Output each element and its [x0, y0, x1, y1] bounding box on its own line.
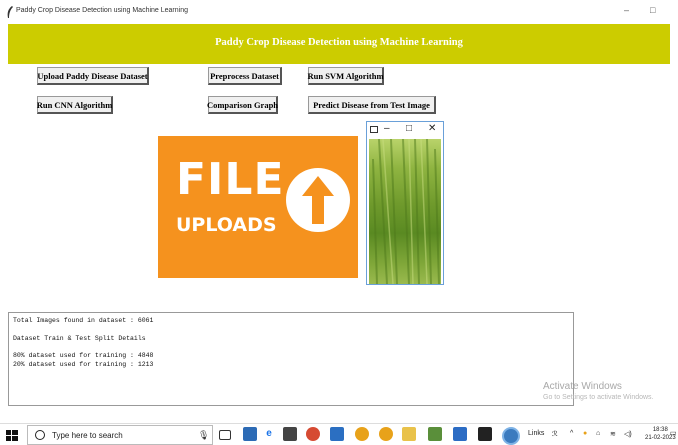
preprocess-dataset-button[interactable]: Preprocess Dataset	[208, 67, 282, 85]
output-line-5: 80% dataset used for training : 4848	[13, 352, 154, 359]
feather-icon	[7, 6, 13, 18]
paint-icon[interactable]	[428, 427, 442, 441]
window-titlebar: Paddy Crop Disease Detection using Machi…	[0, 0, 678, 24]
window-icon	[370, 126, 378, 133]
network-icon[interactable]: ⌂	[596, 430, 600, 437]
leaf-texture	[372, 138, 440, 285]
file-explorer-icon[interactable]	[402, 427, 416, 441]
run-svm-button[interactable]: Run SVM Algorithm	[307, 67, 384, 85]
taskbar: Type here to search 🎙 e Links ℛ ^ ● ⌂ ≋ …	[0, 423, 678, 445]
terminal-icon[interactable]	[478, 427, 492, 441]
comparison-graph-button[interactable]: Comparison Graph	[207, 96, 278, 114]
popup-minimize-button[interactable]: –	[384, 123, 390, 134]
header-banner: Paddy Crop Disease Detection using Machi…	[8, 24, 670, 64]
pdf-icon[interactable]	[330, 427, 344, 441]
run-cnn-button[interactable]: Run CNN Algorithm	[37, 96, 113, 114]
popup-maximize-button[interactable]: □	[406, 123, 412, 134]
file-uploads-image: FILE UPLOADS	[158, 136, 358, 278]
taskbar-search[interactable]: Type here to search 🎙	[27, 425, 213, 445]
people-icon[interactable]: ℛ	[552, 430, 558, 438]
task-view-icon[interactable]	[219, 430, 231, 440]
search-placeholder: Type here to search	[52, 431, 123, 440]
notification-icon[interactable]: ▭	[670, 429, 677, 437]
page-title: Paddy Crop Disease Detection using Machi…	[215, 37, 463, 48]
file-uploads-line2: UPLOADS	[176, 214, 277, 236]
edge-icon[interactable]: e	[262, 427, 276, 441]
app-icon-2[interactable]	[453, 427, 467, 441]
output-textarea[interactable]: Total Images found in dataset : 6061 Dat…	[8, 312, 574, 406]
wifi-icon[interactable]: ≋	[610, 430, 616, 438]
test-image-window[interactable]: – □ ✕	[366, 121, 444, 285]
output-line-6: 20% dataset used for training : 1213	[13, 361, 154, 368]
predict-disease-button[interactable]: Predict Disease from Test Image	[308, 96, 436, 114]
maximize-button[interactable]: □	[650, 5, 655, 15]
chrome-icon-2[interactable]	[379, 427, 393, 441]
window-title: Paddy Crop Disease Detection using Machi…	[16, 7, 188, 14]
app-icon[interactable]	[306, 427, 320, 441]
snip-icon[interactable]	[243, 427, 257, 441]
output-line-3: Dataset Train & Test Split Details	[13, 335, 146, 342]
links-toolbar[interactable]: Links	[528, 430, 544, 437]
search-icon	[35, 430, 45, 440]
paddy-leaf-image	[369, 138, 441, 285]
activation-watermark-title: Activate Windows	[543, 381, 622, 392]
volume-icon[interactable]: ◁)	[624, 430, 632, 438]
chrome-icon[interactable]	[355, 427, 369, 441]
windows-start-icon[interactable]	[4, 427, 20, 443]
activation-watermark-subtitle: Go to Settings to activate Windows.	[543, 394, 654, 401]
popup-close-button[interactable]: ✕	[428, 123, 436, 134]
store-icon[interactable]	[283, 427, 297, 441]
popup-titlebar: – □ ✕	[367, 122, 443, 138]
upload-circle	[286, 168, 350, 232]
update-icon[interactable]: ●	[583, 430, 587, 437]
upload-arrow-icon	[302, 176, 334, 224]
upload-dataset-button[interactable]: Upload Paddy Disease Dataset	[37, 67, 149, 85]
chevron-up-icon[interactable]: ^	[570, 430, 573, 437]
microphone-icon[interactable]: 🎙	[198, 430, 209, 441]
file-uploads-line1: FILE	[176, 154, 285, 205]
minimize-button[interactable]: –	[624, 5, 629, 15]
output-line-1: Total Images found in dataset : 6061	[13, 317, 154, 324]
python-icon[interactable]	[502, 427, 520, 445]
